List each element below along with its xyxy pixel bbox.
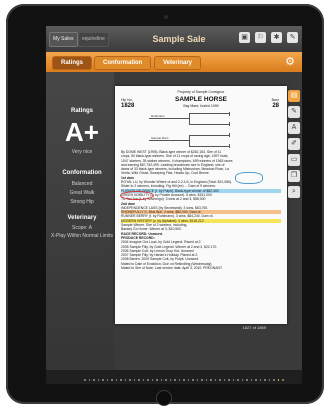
dam-name: Sample Dam <box>151 136 169 140</box>
page-indicator: 1827 of 1859 <box>242 325 266 330</box>
text-line: Mated to Sire of Note. Last service date… <box>121 266 223 271</box>
top-toolbar: ▣ ⚐ ✱ ✎ <box>239 32 298 43</box>
sire-name: Ruhlmann <box>151 114 165 118</box>
conformation-item: Balanced <box>71 181 93 187</box>
text-icon[interactable]: A <box>288 122 300 134</box>
pedigree-chart: Ruhlmann Sample Dam <box>145 112 277 148</box>
tab-strip: Ratings Conformation Veterinary ⚙ <box>46 52 302 72</box>
grade-caption: Very nice <box>71 149 93 155</box>
horse-description: Bay Mare; foaled 1999 <box>183 104 219 108</box>
ipad-bezel: My Sales equineline Sample Sale ▣ ⚐ ✱ ✎ … <box>6 4 324 406</box>
conformation-item: Great Walk <box>69 190 95 196</box>
vet-item: Scope: A <box>71 225 92 231</box>
horse-name: SAMPLE HORSE <box>174 96 227 103</box>
tag-icon[interactable]: ⚐ <box>255 32 266 43</box>
eraser-icon[interactable]: ▭ <box>288 154 300 166</box>
hip-label: Hip No. <box>121 98 133 102</box>
note-icon[interactable]: ▤ <box>288 90 300 102</box>
annotation-toolbar: ▤ ✎ A ✐ ▭ ❐ ⌕ <box>287 90 301 198</box>
veterinary-label: Veterinary <box>67 215 97 221</box>
pen-annotation <box>235 172 263 184</box>
pen-icon[interactable]: ✎ <box>288 106 300 118</box>
barn-number: 28 <box>272 103 279 109</box>
tools-icon[interactable]: ✎ <box>287 32 298 43</box>
ratings-label: Ratings <box>70 108 93 114</box>
gear-icon[interactable]: ⚙ <box>284 56 296 68</box>
conformation-label: Conformation <box>62 170 102 176</box>
top-bar: My Sales equineline Sample Sale ▣ ⚐ ✱ ✎ <box>46 26 302 52</box>
app-screen: My Sales equineline Sample Sale ▣ ⚐ ✱ ✎ … <box>46 26 302 384</box>
highlighter-icon[interactable]: ✐ <box>288 138 300 150</box>
catalog-text: By DOME WEST (1993). Black-type winner o… <box>121 150 281 270</box>
conformation-item: Strong Hip <box>70 199 94 205</box>
copy-icon[interactable]: ❐ <box>288 170 300 182</box>
page-title: Sample Sale <box>152 34 206 44</box>
camera-icon <box>164 15 168 19</box>
home-button[interactable] <box>156 390 172 406</box>
red-circle-annotation <box>120 191 154 200</box>
grade-value: A+ <box>65 117 99 147</box>
current-page-marker[interactable] <box>277 379 280 381</box>
tab-veterinary[interactable]: Veterinary <box>154 56 202 70</box>
zoom-icon[interactable]: ⌕ <box>288 186 300 198</box>
barn-label: Barn <box>271 98 279 102</box>
my-sales-button[interactable]: My Sales <box>49 32 78 47</box>
vet-item: X-Play Within Normal Limits <box>51 233 113 239</box>
consignor-line: Property of Sample Consignor <box>177 90 225 94</box>
hip-number: 1828 <box>121 103 135 109</box>
share-icon[interactable]: ▣ <box>239 32 250 43</box>
catalog-page[interactable]: Hip No. 1828 Property of Sample Consigno… <box>115 86 287 324</box>
ratings-panel: Ratings A+ Very nice Conformation Balanc… <box>46 72 114 384</box>
tab-ratings[interactable]: Ratings <box>52 56 93 70</box>
page-dots <box>84 377 284 383</box>
equineline-logo: equineline <box>78 32 109 47</box>
tab-conformation[interactable]: Conformation <box>94 56 152 70</box>
settings-icon[interactable]: ✱ <box>271 32 282 43</box>
